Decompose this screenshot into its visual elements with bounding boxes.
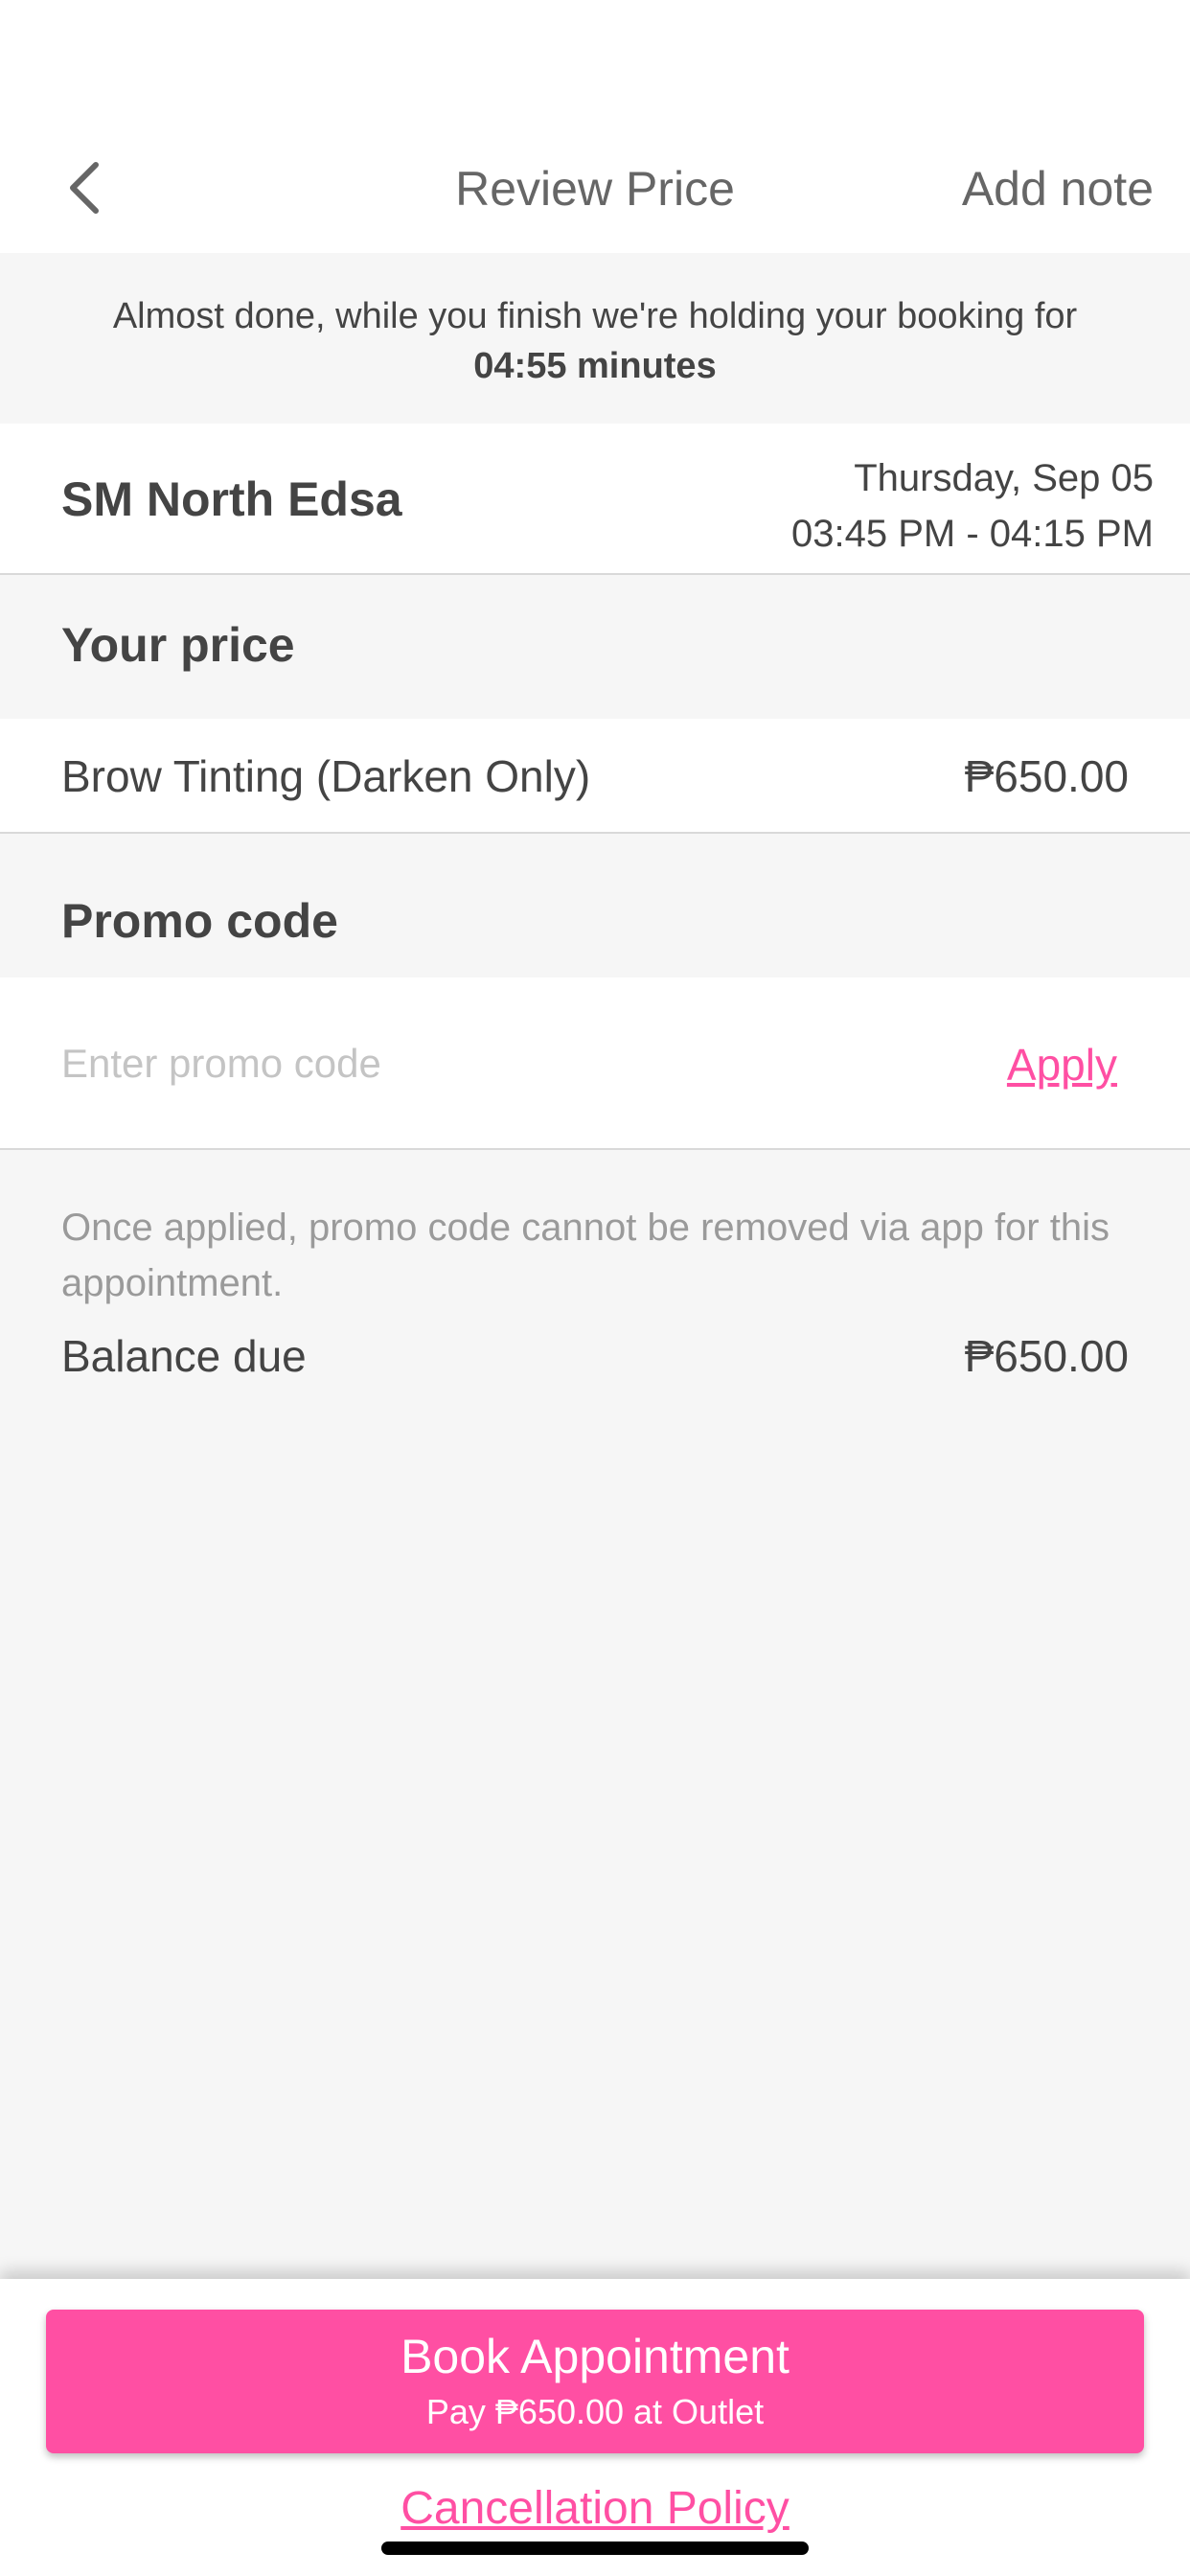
review-price-screen: Review Price Add note Almost done, while… xyxy=(0,0,1190,2576)
hold-timer: 04:55 minutes xyxy=(473,346,717,386)
hold-banner: Almost done, while you finish we're hold… xyxy=(0,253,1190,424)
book-button-sublabel: Pay ₱650.00 at Outlet xyxy=(425,2392,765,2431)
appointment-time: 03:45 PM - 04:15 PM xyxy=(791,513,1154,555)
balance-row: Balance due ₱650.00 xyxy=(0,1330,1190,1388)
add-note-button[interactable]: Add note xyxy=(962,161,1154,217)
promo-heading-label: Promo code xyxy=(61,894,338,948)
promo-code-input[interactable] xyxy=(61,1035,924,1092)
appointment-date: Thursday, Sep 05 xyxy=(854,457,1154,499)
price-section-heading: Your price xyxy=(0,575,1190,719)
promo-section-heading: Promo code xyxy=(0,834,1190,978)
book-button-label: Book Appointment xyxy=(400,2330,790,2383)
outlet-name: SM North Edsa xyxy=(61,472,402,526)
promo-row: Apply xyxy=(0,978,1190,1150)
cancellation-policy-link[interactable]: Cancellation Policy xyxy=(0,2482,1190,2535)
outlet-row: SM North Edsa Thursday, Sep 05 03:45 PM … xyxy=(0,424,1190,575)
promo-note: Once applied, promo code cannot be remov… xyxy=(61,1207,1110,1304)
apply-promo-button[interactable]: Apply xyxy=(1007,1039,1117,1091)
bottom-panel: Book Appointment Pay ₱650.00 at Outlet C… xyxy=(0,2279,1190,2576)
balance-label: Balance due xyxy=(61,1331,307,1381)
hold-message: Almost done, while you finish we're hold… xyxy=(112,296,1078,336)
service-price-row: Brow Tinting (Darken Only) ₱650.00 xyxy=(0,719,1190,834)
balance-amount: ₱650.00 xyxy=(964,1331,1129,1381)
appointment-datetime: Thursday, Sep 05 03:45 PM - 04:15 PM xyxy=(791,450,1154,562)
header: Review Price Add note xyxy=(0,0,1190,253)
book-appointment-button[interactable]: Book Appointment Pay ₱650.00 at Outlet xyxy=(46,2310,1144,2453)
home-indicator xyxy=(381,2542,809,2555)
price-heading-label: Your price xyxy=(61,618,295,672)
service-price: ₱650.00 xyxy=(964,751,1129,801)
service-name: Brow Tinting (Darken Only) xyxy=(61,751,591,801)
